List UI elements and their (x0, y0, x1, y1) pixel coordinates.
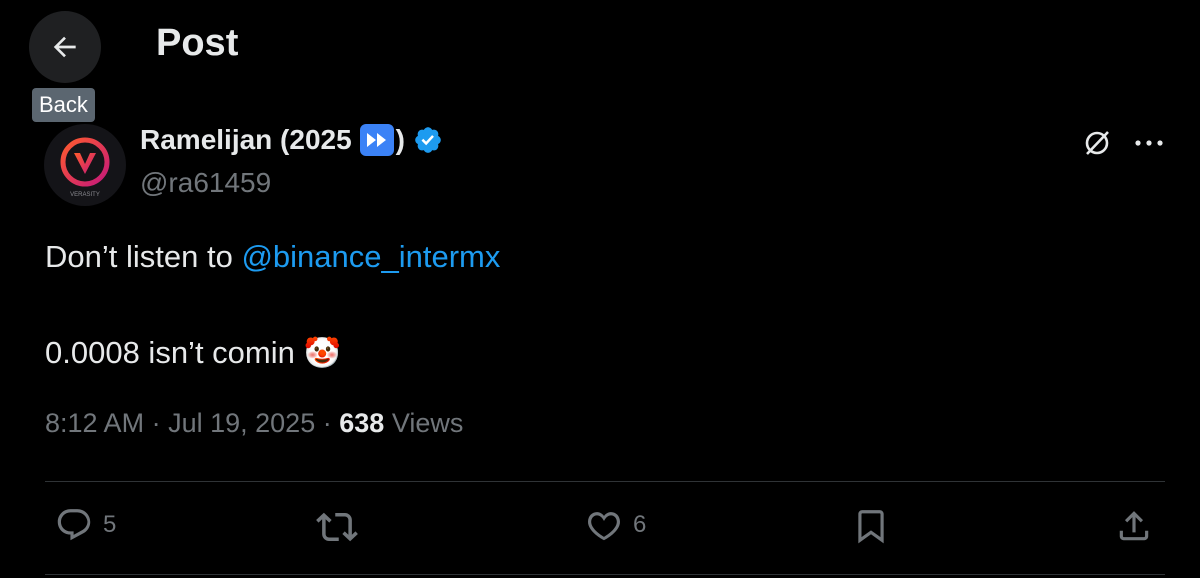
verasity-logo-icon: VERASITY (60, 137, 110, 198)
views-label: Views (391, 408, 464, 438)
author-name-suffix: ) (395, 124, 405, 155)
author-name[interactable]: Ramelijan (2025 ) (140, 124, 443, 156)
like-count: 6 (633, 511, 647, 538)
heart-icon (588, 512, 620, 541)
share-button[interactable] (1115, 506, 1153, 546)
meta-separator: · (151, 408, 161, 438)
post-line-2-text: 0.0008 isn’t comin (45, 335, 295, 370)
like-button[interactable]: 6 (585, 506, 646, 544)
fast-forward-icon (359, 124, 394, 156)
post-line-1-text: Don’t listen to (45, 239, 242, 274)
back-tooltip: Back (32, 88, 95, 122)
back-button[interactable] (29, 11, 101, 83)
mention-link[interactable]: @binance_intermx (241, 239, 500, 274)
post-line-2: 0.0008 isn’t comin 🤡 (45, 329, 500, 378)
post-line-1: Don’t listen to @binance_intermx (45, 233, 500, 281)
arrow-left-icon (53, 36, 76, 58)
repost-icon (316, 512, 358, 542)
bookmark-icon (858, 510, 884, 544)
more-options-icon[interactable] (1134, 138, 1164, 148)
reply-icon (57, 509, 91, 541)
post-date[interactable]: Jul 19, 2025 (168, 408, 315, 438)
grok-icon[interactable] (1082, 128, 1112, 158)
bookmark-button[interactable] (852, 506, 890, 546)
clown-emoji-icon: 🤡 (303, 337, 341, 370)
divider (45, 481, 1165, 482)
post-meta: 8:12 AM · Jul 19, 2025 · 638 Views (45, 408, 463, 439)
author-display-name: Ramelijan (2025 (140, 124, 352, 155)
avatar[interactable]: VERASITY (44, 124, 126, 206)
repost-button[interactable] (316, 506, 358, 548)
meta-separator: · (322, 408, 332, 438)
share-icon (1119, 511, 1149, 541)
svg-text:VERASITY: VERASITY (70, 192, 100, 198)
views-count: 638 (339, 408, 385, 438)
post-time[interactable]: 8:12 AM (45, 408, 144, 438)
reply-button[interactable]: 5 (55, 506, 116, 544)
verified-badge-icon (413, 125, 443, 155)
page-title: Post (156, 22, 239, 64)
author-handle[interactable]: @ra61459 (140, 167, 271, 199)
reply-count: 5 (103, 511, 117, 538)
post-text: Don’t listen to @binance_intermx 0.0008 … (45, 233, 500, 378)
divider (45, 574, 1165, 575)
